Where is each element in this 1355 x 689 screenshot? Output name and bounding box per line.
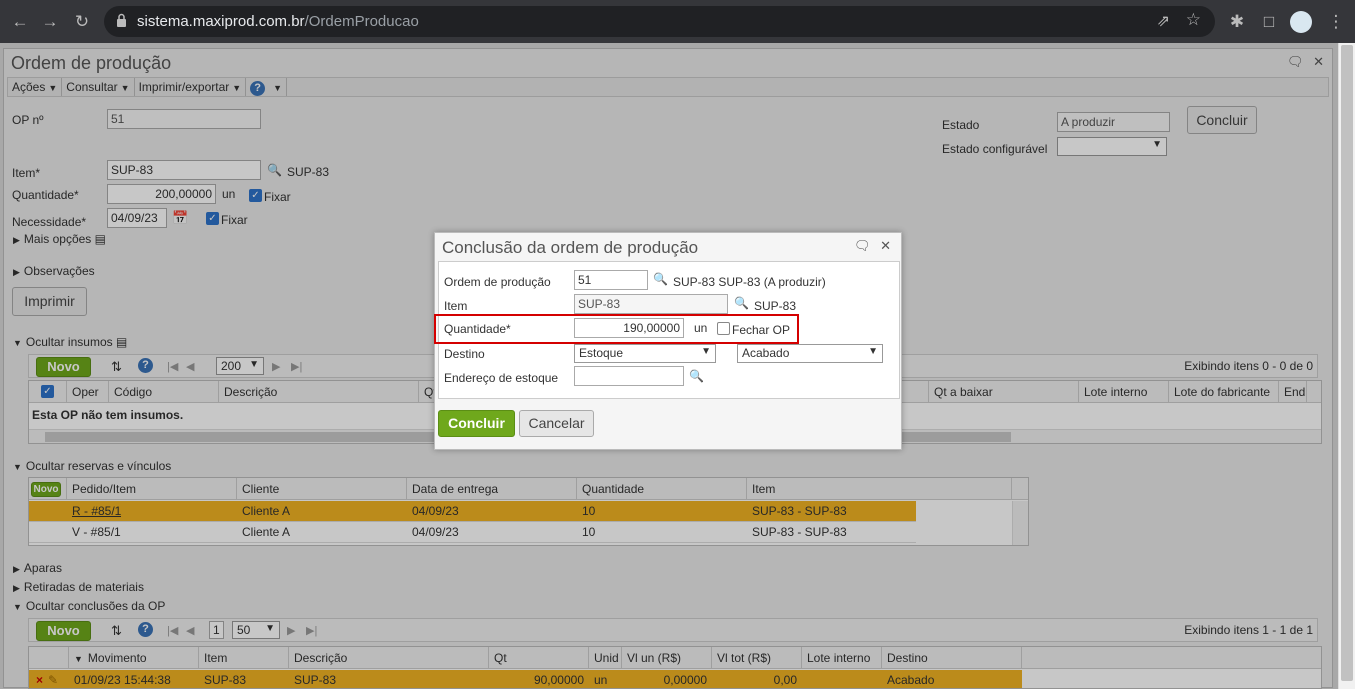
dlg-destino-select[interactable]: Estoque ▼	[574, 344, 716, 363]
address-bar[interactable]: sistema.maxiprod.com.br/OrdemProducao ⇗ …	[104, 6, 1215, 37]
lock-icon	[117, 13, 126, 27]
reload-icon[interactable]: ↻	[71, 11, 93, 33]
dialog-title: Conclusão da ordem de produção	[442, 238, 699, 257]
comment-icon[interactable]: 🗨	[854, 238, 871, 253]
kebab-menu-icon[interactable]: ⋮	[1325, 11, 1347, 33]
page-scroll-thumb[interactable]	[1341, 45, 1353, 681]
avatar[interactable]	[1290, 11, 1312, 33]
extensions-icon[interactable]: ✱	[1226, 11, 1248, 33]
close-icon[interactable]: ✕	[880, 238, 891, 253]
bookmark-star-icon[interactable]: ☆	[1186, 10, 1201, 30]
dlg-item-label: Item	[444, 299, 468, 313]
dlg-ordem-label: Ordem de produção	[444, 275, 551, 289]
endereco-search-icon[interactable]: 🔍	[689, 369, 704, 383]
back-icon[interactable]: ←	[9, 11, 31, 33]
dlg-item-input[interactable]: SUP-83	[574, 294, 728, 314]
dlg-ordem-input[interactable]: 51	[574, 270, 648, 290]
dlg-endereco-label: Endereço de estoque	[444, 371, 559, 385]
dlg-item-desc: SUP-83	[754, 299, 797, 313]
dlg-concluir-button[interactable]: Concluir	[438, 410, 515, 437]
highlight-box	[434, 314, 799, 344]
dlg-destino2-select[interactable]: Acabado ▼	[737, 344, 883, 363]
dlg-ordem-desc: SUP-83 SUP-83 (A produzir)	[673, 275, 826, 289]
dlg-item-search-icon[interactable]: 🔍	[734, 296, 749, 310]
dlg-destino-label: Destino	[444, 347, 485, 361]
browser-toolbar: ← → ↻ sistema.maxiprod.com.br/OrdemProdu…	[0, 0, 1355, 43]
dlg-endereco-input[interactable]	[574, 366, 684, 386]
url-text: sistema.maxiprod.com.br/OrdemProducao	[137, 13, 419, 30]
dlg-cancelar-button[interactable]: Cancelar	[519, 410, 594, 437]
dialog-tools: 🗨 ✕	[854, 238, 891, 254]
share-icon[interactable]: ⇗	[1157, 11, 1170, 31]
forward-icon[interactable]: →	[39, 11, 61, 33]
ordem-search-icon[interactable]: 🔍	[653, 272, 668, 286]
page-scrollbar[interactable]	[1338, 43, 1355, 689]
sidepanel-icon[interactable]: □	[1258, 11, 1280, 33]
